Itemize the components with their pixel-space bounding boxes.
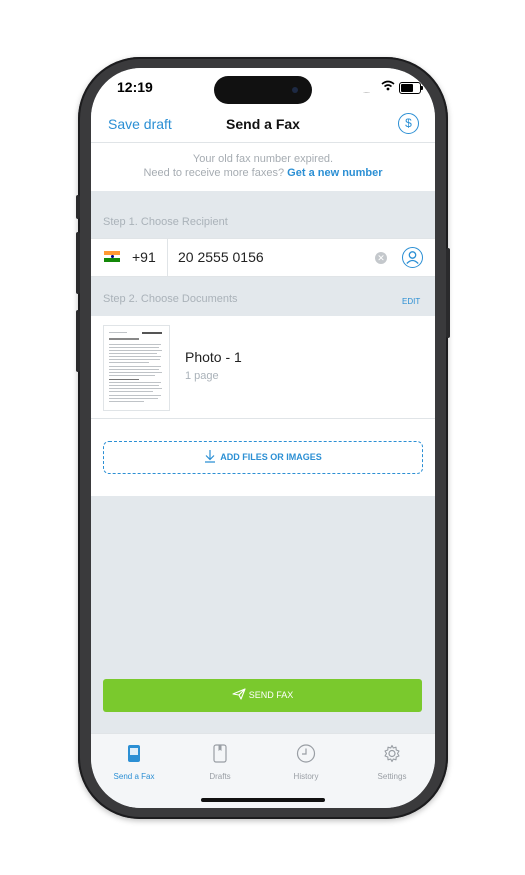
clear-icon[interactable]: ✕ (375, 252, 387, 264)
add-files-label: ADD FILES OR IMAGES (220, 452, 322, 462)
screen: 12:19 ..... Save draft Send a Fax $ Your… (91, 68, 435, 808)
send-fax-button[interactable]: SEND FAX (103, 679, 422, 712)
add-files-button[interactable]: ADD FILES OR IMAGES (103, 441, 423, 474)
download-icon (205, 449, 216, 463)
status-bar: 12:19 ..... (91, 68, 435, 112)
camera-icon (292, 87, 298, 93)
nav-bar: Save draft Send a Fax $ (91, 112, 435, 143)
tab-drafts[interactable]: Drafts (185, 744, 255, 781)
fax-number-input[interactable]: 20 2555 0156 (178, 249, 264, 265)
tab-label: History (293, 772, 319, 781)
step1-label: Step 1. Choose Recipient (103, 216, 228, 228)
home-indicator (201, 798, 325, 802)
volume-down-button (76, 310, 80, 372)
dynamic-island (214, 76, 312, 104)
volume-up-button (76, 232, 80, 294)
document-name: Photo - 1 (185, 349, 242, 365)
tab-settings[interactable]: Settings (357, 744, 427, 781)
mute-switch (76, 195, 80, 219)
expired-number-notice: Your old fax number expired. Need to rec… (91, 143, 435, 191)
divider (167, 239, 168, 276)
wifi-icon (381, 80, 395, 91)
india-flag-icon[interactable] (104, 251, 120, 262)
paper-plane-icon (232, 688, 246, 700)
document-pages: 1 page (185, 370, 219, 382)
tab-bar: Send a Fax Drafts History Settings (91, 733, 435, 808)
drafts-icon (213, 744, 227, 763)
dollar-icon[interactable]: $ (398, 113, 419, 134)
document-item[interactable]: Photo - 1 1 page (91, 316, 435, 419)
signal-icon: ..... (363, 86, 370, 95)
recipient-row: +91 20 2555 0156 ✕ (91, 238, 435, 277)
tab-history[interactable]: History (271, 744, 341, 781)
power-button (446, 248, 450, 338)
documents-panel: Photo - 1 1 page ADD FILES OR IMAGES (91, 316, 435, 496)
contacts-icon[interactable] (402, 247, 423, 268)
document-thumbnail (103, 325, 170, 411)
gear-icon (384, 744, 400, 763)
get-new-number-link[interactable]: Get a new number (287, 167, 382, 179)
edit-button[interactable]: EDIT (402, 297, 420, 306)
tab-label: Drafts (209, 772, 231, 781)
status-time: 12:19 (117, 79, 153, 95)
fax-icon (128, 745, 140, 762)
tab-send-a-fax[interactable]: Send a Fax (99, 744, 169, 781)
clock-icon (296, 744, 316, 763)
notice-text: Need to receive more faxes? (143, 167, 285, 179)
step2-label: Step 2. Choose Documents (103, 293, 238, 305)
tab-label: Send a Fax (113, 772, 155, 781)
tab-label: Settings (377, 772, 407, 781)
battery-icon (399, 82, 423, 94)
notice-line-1: Your old fax number expired. (192, 153, 334, 165)
send-fax-label: SEND FAX (248, 690, 294, 700)
page-title: Send a Fax (226, 116, 300, 132)
notice-line-2: Need to receive more faxes? Get a new nu… (91, 167, 435, 179)
country-code[interactable]: +91 (132, 249, 156, 265)
